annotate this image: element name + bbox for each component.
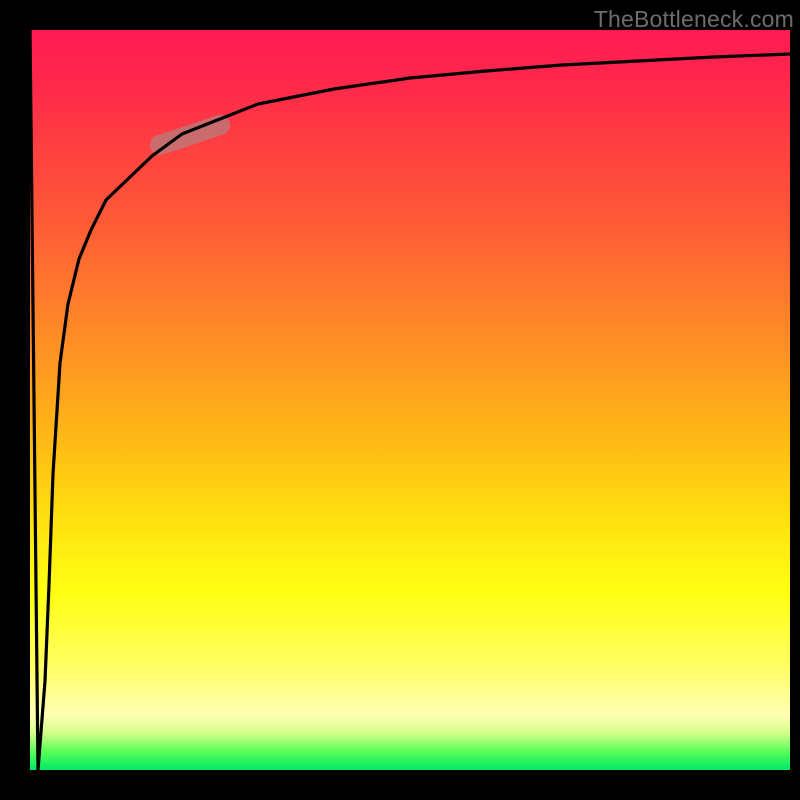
bottleneck-curve bbox=[30, 30, 790, 770]
chart-stage: TheBottleneck.com bbox=[0, 0, 800, 800]
curve-layer bbox=[30, 30, 790, 770]
watermark-text: TheBottleneck.com bbox=[594, 6, 794, 33]
plot-area bbox=[30, 30, 790, 770]
